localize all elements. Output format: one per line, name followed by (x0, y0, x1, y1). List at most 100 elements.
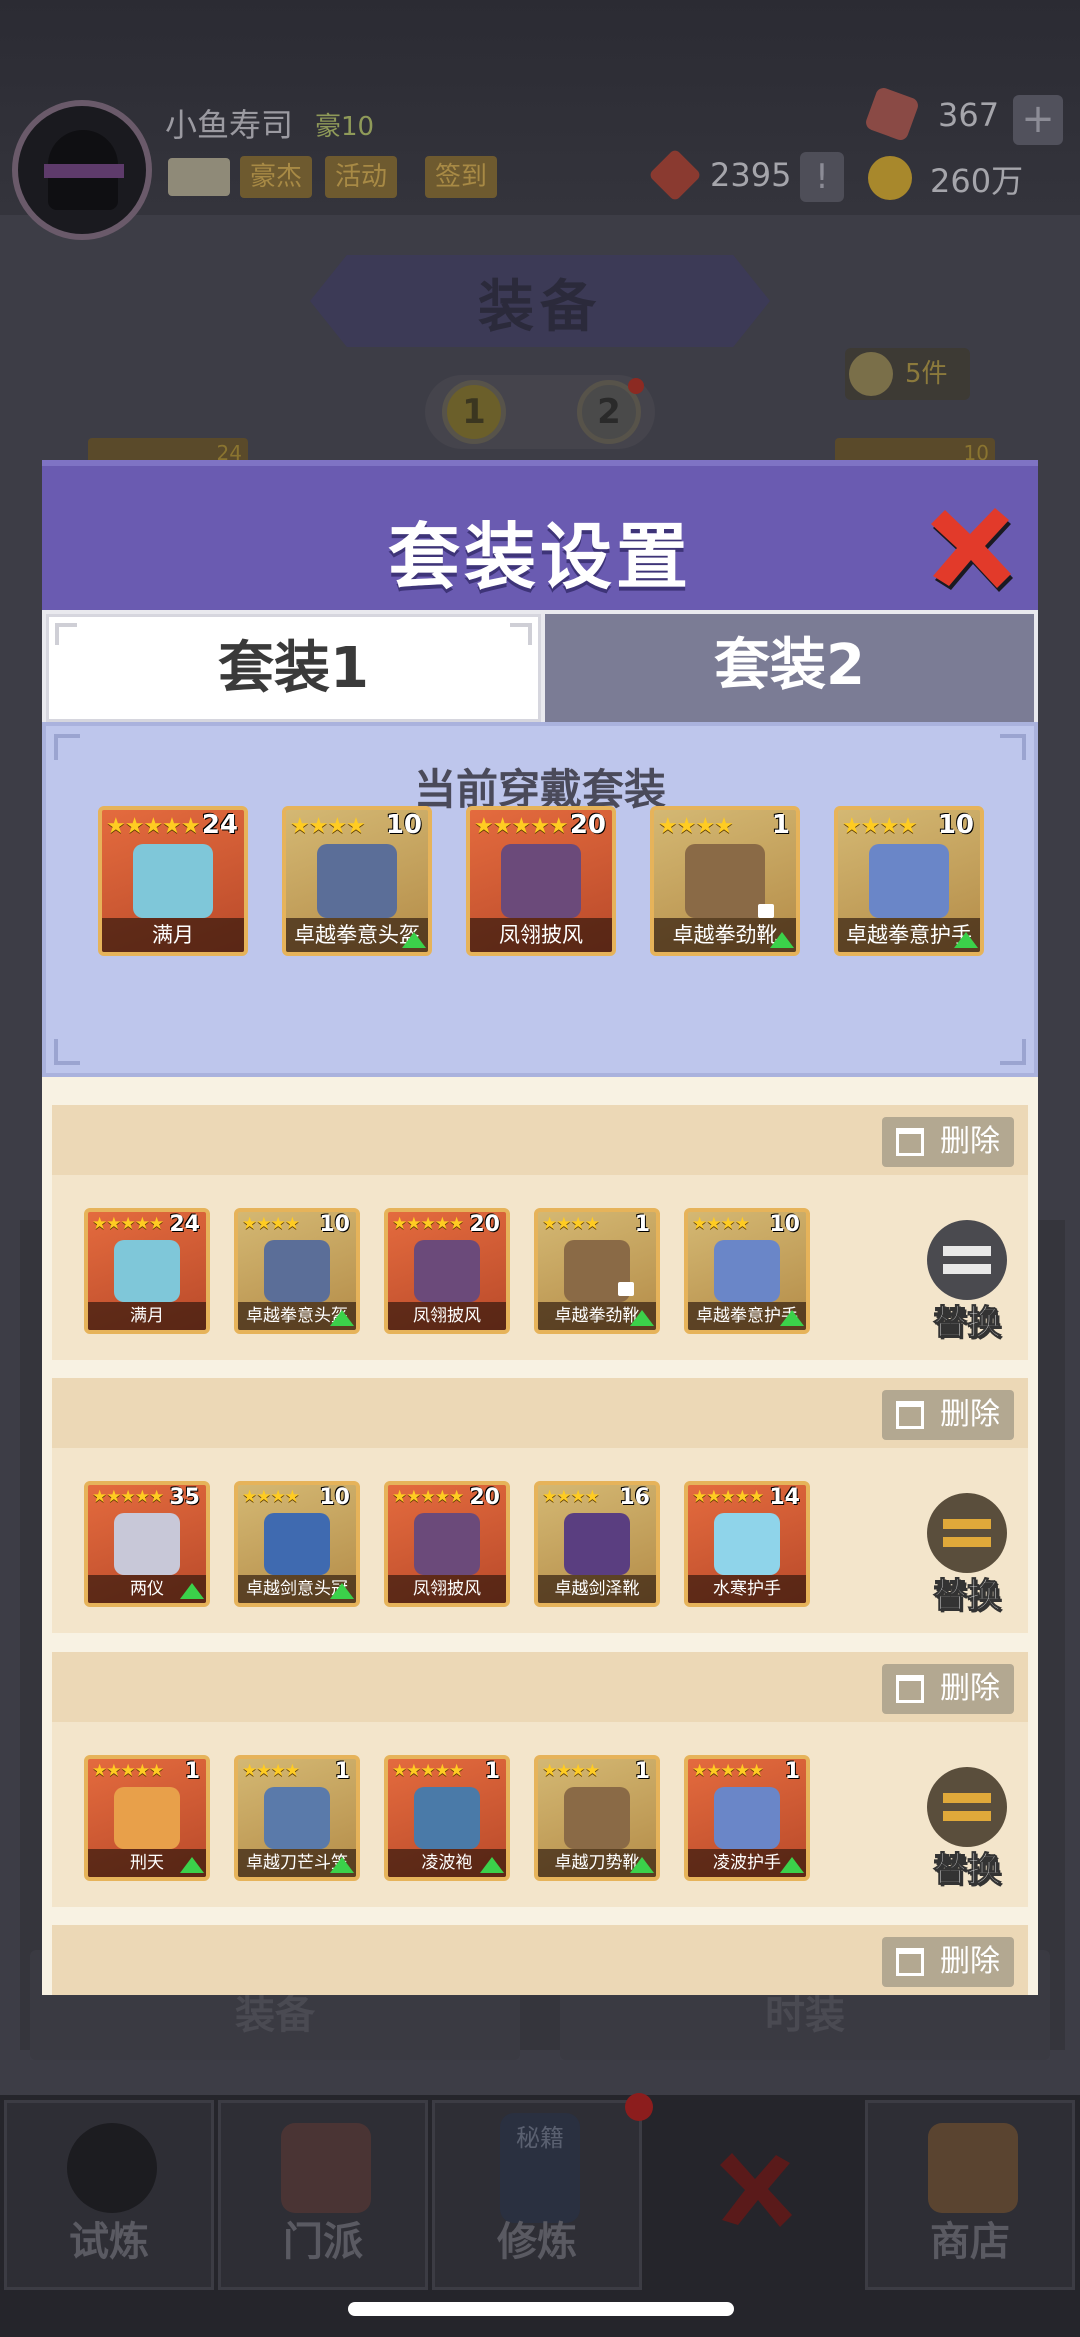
axe-icon (113, 1787, 181, 1849)
nav-training[interactable]: 秘籍 修炼 (432, 2100, 642, 2290)
delete-button[interactable]: 删除 (882, 1937, 1014, 1987)
user-level: 豪10 (315, 112, 375, 142)
equipment-card[interactable]: ★★★★ 1 卓越刀势靴 (534, 1755, 660, 1881)
heroes-button[interactable]: 豪杰 (240, 156, 313, 198)
delete-button[interactable]: 删除 (882, 1664, 1014, 1714)
star-rating: ★★★★ (290, 814, 366, 839)
equipment-card[interactable]: ★★★★★ 20 凤翎披风 (384, 1208, 510, 1334)
star-rating: ★★★★ (842, 814, 918, 839)
notice-button[interactable]: ! (800, 152, 844, 202)
equipment-card[interactable]: ★★★★★ 24 满月 (98, 806, 248, 956)
star-rating: ★★★★ (542, 1487, 600, 1507)
gauntlet-icon (713, 1787, 781, 1849)
star-rating: ★★★★★ (692, 1761, 764, 1781)
boot-icon (685, 844, 765, 918)
helmet-icon (263, 1240, 331, 1302)
equipment-card[interactable]: ★★★★★ 35 两仪 (84, 1481, 210, 1607)
swap-icon[interactable] (927, 1220, 1007, 1300)
lock-icon (618, 1282, 634, 1296)
trash-icon (896, 1948, 924, 1976)
star-rating: ★★★★★ (92, 1487, 164, 1507)
item-level: 20 (469, 1485, 500, 1510)
home-indicator[interactable] (348, 2302, 734, 2316)
equipment-card[interactable]: ★★★★★ 1 刑天 (84, 1755, 210, 1881)
item-name: 满月 (88, 1302, 206, 1330)
nav-close-icon[interactable] (710, 2145, 800, 2235)
item-level: 1 (334, 1759, 350, 1784)
token-count: 2395 (710, 156, 792, 194)
equipment-card[interactable]: ★★★★ 10 卓越拳意头盔 (282, 806, 432, 956)
equipment-card[interactable]: ★★★★ 10 卓越拳意护手 (684, 1208, 810, 1334)
helmet-icon (317, 844, 397, 918)
tab-set-1[interactable]: 套装1 (46, 614, 541, 722)
item-level: 1 (771, 810, 790, 840)
equipment-card[interactable]: ★★★★ 1 卓越拳劲靴 (650, 806, 800, 956)
delete-button[interactable]: 删除 (882, 1117, 1014, 1167)
upgrade-arrow-icon (330, 1857, 354, 1873)
equipment-card[interactable]: ★★★★ 10 卓越拳意护手 (834, 806, 984, 956)
robe-icon (413, 1787, 481, 1849)
equipment-card[interactable]: ★★★★ 10 卓越剑意头冠 (234, 1481, 360, 1607)
swap-icon[interactable] (927, 1493, 1007, 1573)
add-gems-button[interactable]: + (1013, 95, 1063, 145)
equipment-card[interactable]: ★★★★ 10 卓越拳意头盔 (234, 1208, 360, 1334)
equipment-card[interactable]: ★★★★★ 20 凤翎披风 (384, 1481, 510, 1607)
item-name: 卓越剑泽靴 (538, 1575, 656, 1603)
page-1-button[interactable]: 1 (442, 380, 506, 444)
avatar[interactable] (12, 100, 152, 240)
swap-button[interactable]: 替换 (897, 1295, 1037, 1344)
nav-shop[interactable]: 商店 (865, 2100, 1075, 2290)
nav-sect[interactable]: 门派 (218, 2100, 428, 2290)
swap-button[interactable]: 替换 (897, 1568, 1037, 1617)
upgrade-arrow-icon (780, 1310, 804, 1326)
tab-set-2[interactable]: 套装2 (545, 614, 1034, 722)
crown-icon (263, 1513, 331, 1575)
star-rating: ★★★★★ (692, 1487, 764, 1507)
upgrade-arrow-icon (180, 1857, 204, 1873)
equipment-card[interactable]: ★★★★★ 1 凌波护手 (684, 1755, 810, 1881)
item-level: 20 (469, 1212, 500, 1237)
upgrade-arrow-icon (954, 932, 978, 948)
swap-icon[interactable] (927, 1767, 1007, 1847)
close-icon[interactable] (927, 506, 1017, 596)
star-rating: ★★★★★ (392, 1761, 464, 1781)
saved-set: 删除 (52, 1925, 1028, 1995)
star-rating: ★★★★ (658, 814, 734, 839)
equipment-card[interactable]: ★★★★ 1 卓越刀芒斗笠 (234, 1755, 360, 1881)
delete-button[interactable]: 删除 (882, 1390, 1014, 1440)
boot-purple-icon (563, 1513, 631, 1575)
saved-set: 删除 ★★★★★ 35 两仪 ★★★★ 10 卓越剑意头冠 ★★★★★ 20 凤翎披风 ★★★★ 1… (52, 1378, 1028, 1633)
upgrade-arrow-icon (180, 1583, 204, 1599)
item-level: 24 (201, 810, 238, 840)
trash-icon (896, 1675, 924, 1703)
star-rating: ★★★★★ (392, 1487, 464, 1507)
equipment-card[interactable]: ★★★★ 1 卓越拳劲靴 (534, 1208, 660, 1334)
saved-sets-list[interactable]: 删除 ★★★★★ 24 满月 ★★★★ 10 卓越拳意头盔 ★★★★★ 20 凤翎披风 ★★★★ 1… (42, 1085, 1038, 1995)
modal-title: 套装设置 (387, 515, 692, 599)
nav-trial[interactable]: 试炼 (4, 2100, 214, 2290)
item-count-badge[interactable]: 5件 (845, 348, 970, 400)
equipment-card[interactable]: ★★★★★ 24 满月 (84, 1208, 210, 1334)
equipment-card[interactable]: ★★★★ 16 卓越剑泽靴 (534, 1481, 660, 1607)
mail-icon[interactable] (168, 158, 230, 196)
item-name: 凤翎披风 (388, 1302, 506, 1330)
gauntlet-icon (713, 1240, 781, 1302)
star-rating: ★★★★ (542, 1214, 600, 1234)
upgrade-arrow-icon (780, 1857, 804, 1873)
star-rating: ★★★★ (692, 1214, 750, 1234)
item-name: 凤翎披风 (470, 918, 612, 952)
events-button[interactable]: 活动 (325, 156, 398, 198)
swap-button[interactable]: 替换 (897, 1842, 1037, 1891)
equipment-card[interactable]: ★★★★★ 14 水寒护手 (684, 1481, 810, 1607)
checkin-button[interactable]: 签到 (425, 156, 498, 198)
temple-icon (281, 2123, 371, 2213)
star-rating: ★★★★ (542, 1761, 600, 1781)
star-rating: ★★★★★ (92, 1214, 164, 1234)
equipment-card[interactable]: ★★★★★ 20 凤翎披风 (466, 806, 616, 956)
item-level: 10 (319, 1212, 350, 1237)
set-settings-modal: 套装设置 套装1 套装2 当前穿戴套装 ★★★★★ 24 满月 ★★★★ 10 卓越拳意头… (42, 460, 1038, 1995)
item-name: 凤翎披风 (388, 1575, 506, 1603)
book-icon: 秘籍 (500, 2113, 580, 2223)
equipment-card[interactable]: ★★★★★ 1 凌波袍 (384, 1755, 510, 1881)
star-rating: ★★★★★ (392, 1214, 464, 1234)
